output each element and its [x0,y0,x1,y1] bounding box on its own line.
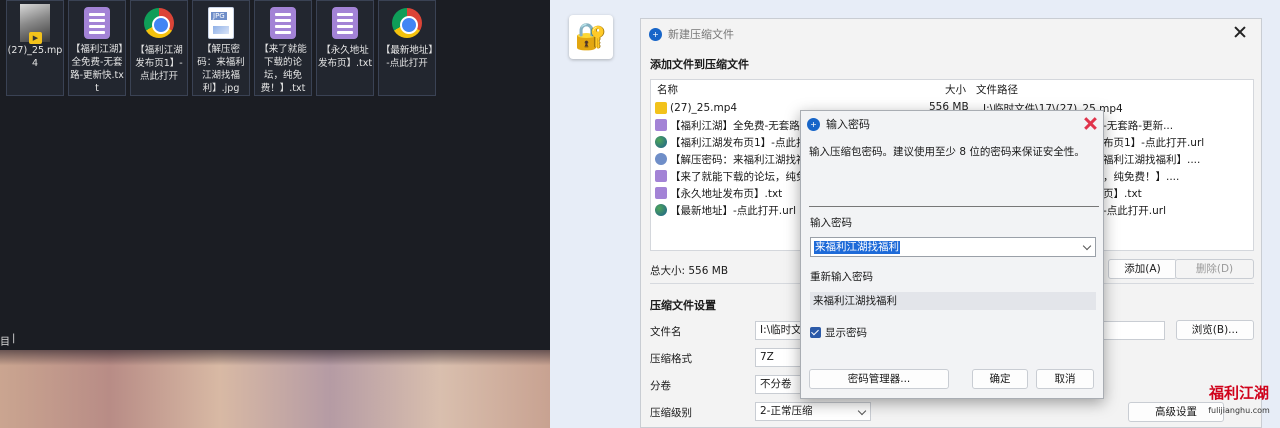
browse-button[interactable]: 浏览(B)... [1176,320,1254,340]
app-logo-icon: + [807,117,820,131]
filename-label: 文件名 [650,326,682,338]
desktop-file-label: 【福利江湖发布页1】-点此打开 [135,45,183,82]
column-name[interactable]: 名称 [651,82,891,97]
show-password-checkbox[interactable]: 显示密码 [810,325,867,340]
text-file-icon [655,119,667,131]
total-size: 总大小: 556 MB [650,265,729,277]
image-file-icon: JPG [204,5,238,40]
file-list-header: 名称 大小 文件路径 [651,80,1253,98]
file-row[interactable]: 【永久地址发布页】.txt [655,185,782,201]
text-file-icon [655,170,667,182]
file-row[interactable]: 【最新地址】-点此打开.url [655,202,796,218]
desktop-file-label: 【最新地址】-点此打开 [380,45,434,69]
app-logo-icon: + [649,27,662,41]
dialog-title: 输入密码 [826,118,870,131]
divider [809,206,1099,207]
file-path: -点此打开.url [1103,205,1167,217]
column-size[interactable]: 大小 [891,82,966,97]
desktop-file-label: 【福利江湖】全免费-无套路-更新快.txt [70,44,124,94]
show-password-label: 显示密码 [825,327,867,339]
file-row[interactable]: 【来了就能下载的论坛，纯免费 [655,168,817,184]
desktop-file-txt[interactable]: 【福利江湖】全免费-无套路-更新快.txt [68,0,126,96]
desktop-file-mp4[interactable]: ▶ (27)_25.mp4 [6,0,64,96]
password-dialog: + 输入密码 输入压缩包密码。建议使用至少 8 位的密码来保证安全性。 输入密码… [800,110,1104,399]
wallpaper [0,350,550,428]
taskbar-text: 目 [0,337,10,348]
file-path: 福利江湖找福利】.... [1103,154,1201,166]
password-input[interactable]: 来福利江湖找福利 [810,237,1096,257]
desktop-file-txt[interactable]: 【永久地址发布页】.txt [316,0,374,96]
chevron-down-icon [857,406,867,416]
password-manager-button[interactable]: 密码管理器... [809,369,949,389]
format-label: 压缩格式 [650,353,692,365]
delete-button[interactable]: 删除(D) [1175,259,1254,279]
chevron-down-icon[interactable] [1082,241,1092,251]
password-label: 输入密码 [810,217,852,229]
file-path: 页】.txt [1103,188,1142,200]
close-icon[interactable] [1233,25,1247,39]
text-cursor: | [12,333,16,344]
window-title: 新建压缩文件 [668,28,734,41]
desktop-file-label: 【解压密码：来福利江湖找福利】.jpg [197,44,245,94]
lock-key-icon[interactable]: 🔐 [569,15,613,59]
column-path[interactable]: 文件路径 [966,82,1018,97]
desktop-file-label: (27)_25.mp4 [7,45,63,69]
desktop-file-label: 【永久地址发布页】.txt [317,45,373,69]
file-path: 布页1】-点此打开.url [1103,137,1205,149]
file-path: -无套路-更新... [1103,120,1174,132]
file-path: ，纯免费！】.... [1103,171,1180,183]
split-label: 分卷 [650,380,671,392]
watermark-logo: 福利江湖 fulijianghu.com [1208,384,1270,415]
add-files-heading: 添加文件到压缩文件 [650,58,749,71]
confirm-password-label: 重新输入密码 [810,271,873,283]
globe-icon [655,204,667,216]
cancel-button[interactable]: 取消 [1036,369,1094,389]
text-file-icon [80,5,114,40]
chrome-icon [390,5,424,41]
file-row[interactable]: (27)_25.mp4 [655,100,737,116]
desktop-file-label: 【来了就能下载的论坛，纯免费！】.txt [259,44,307,94]
dialog-titlebar[interactable]: + 输入密码 [801,111,1103,137]
settings-heading: 压缩文件设置 [650,299,716,312]
window-titlebar[interactable]: + 新建压缩文件 [641,19,1261,49]
dialog-description: 输入压缩包密码。建议使用至少 8 位的密码来保证安全性。 [809,146,1085,158]
level-select[interactable]: 2-正常压缩 [755,402,871,421]
text-file-icon [266,5,300,40]
text-file-icon [655,187,667,199]
ok-button[interactable]: 确定 [972,369,1028,389]
level-label: 压缩级别 [650,407,692,419]
desktop-left: ▶ (27)_25.mp4 【福利江湖】全免费-无套路-更新快.txt 【福利江… [0,0,550,428]
image-file-icon [655,153,667,165]
video-thumbnail-icon: ▶ [18,4,52,44]
desktop-file-txt[interactable]: 【来了就能下载的论坛，纯免费！】.txt [254,0,312,96]
video-file-icon [655,102,667,114]
close-icon[interactable] [1084,117,1097,130]
file-row[interactable]: 【解压密码：来福利江湖找福利 [655,151,817,167]
checkbox-checked-icon[interactable] [810,327,821,338]
desktop-file-jpg[interactable]: JPG 【解压密码：来福利江湖找福利】.jpg [192,0,250,96]
desktop-file-url[interactable]: 【福利江湖发布页1】-点此打开 [130,0,188,96]
desktop-file-url[interactable]: 【最新地址】-点此打开 [378,0,436,96]
file-row[interactable]: 【福利江湖发布页1】-点此打开 [655,134,817,150]
confirm-password-input[interactable]: 来福利江湖找福利 [810,292,1096,310]
globe-icon [655,136,667,148]
file-row[interactable]: 【福利江湖】全免费-无套路-更 [655,117,814,133]
text-file-icon [328,5,362,41]
password-selected-text: 来福利江湖找福利 [814,241,900,254]
chrome-icon [142,5,176,41]
add-button[interactable]: 添加(A) [1108,259,1177,279]
